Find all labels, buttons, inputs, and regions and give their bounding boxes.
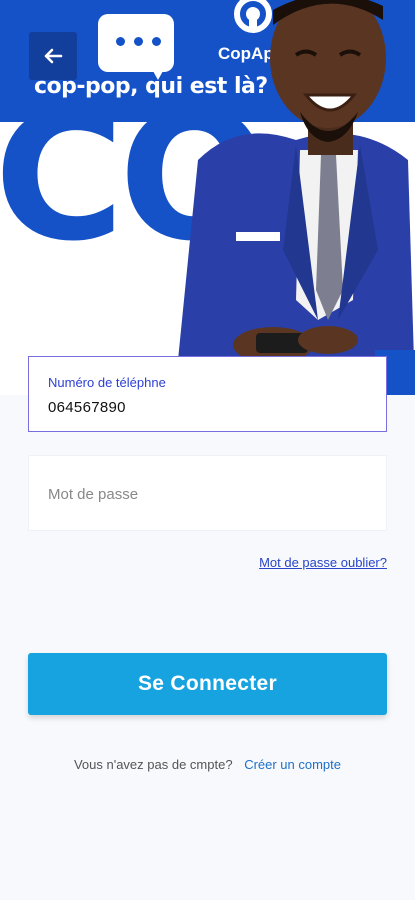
signup-link[interactable]: Créer un compte: [244, 757, 341, 772]
phone-field-value[interactable]: 064567890: [48, 399, 126, 416]
forgot-password-link[interactable]: Mot de passe oublier?: [259, 555, 387, 570]
login-screen: CO CopApp cop-pop, qui est là? Numéro de…: [0, 0, 415, 900]
phone-field[interactable]: Numéro de téléphne 064567890: [28, 356, 387, 432]
smiling-man-image: [178, 0, 415, 395]
arrow-left-icon: [44, 48, 63, 64]
chat-bubble-dots: [116, 37, 161, 46]
back-button[interactable]: [29, 32, 77, 80]
hero-banner: CO CopApp cop-pop, qui est là?: [0, 0, 415, 395]
signup-prompt: Vous n'avez pas de cmpte?: [73, 757, 233, 772]
password-field[interactable]: Mot de passe: [28, 455, 387, 531]
login-button[interactable]: Se Connecter: [28, 653, 387, 715]
phone-field-label: Numéro de téléphne: [48, 375, 166, 390]
password-placeholder: Mot de passe: [48, 486, 139, 503]
signup-row: Vous n'avez pas de cmpte? Créer un compt…: [0, 757, 415, 772]
